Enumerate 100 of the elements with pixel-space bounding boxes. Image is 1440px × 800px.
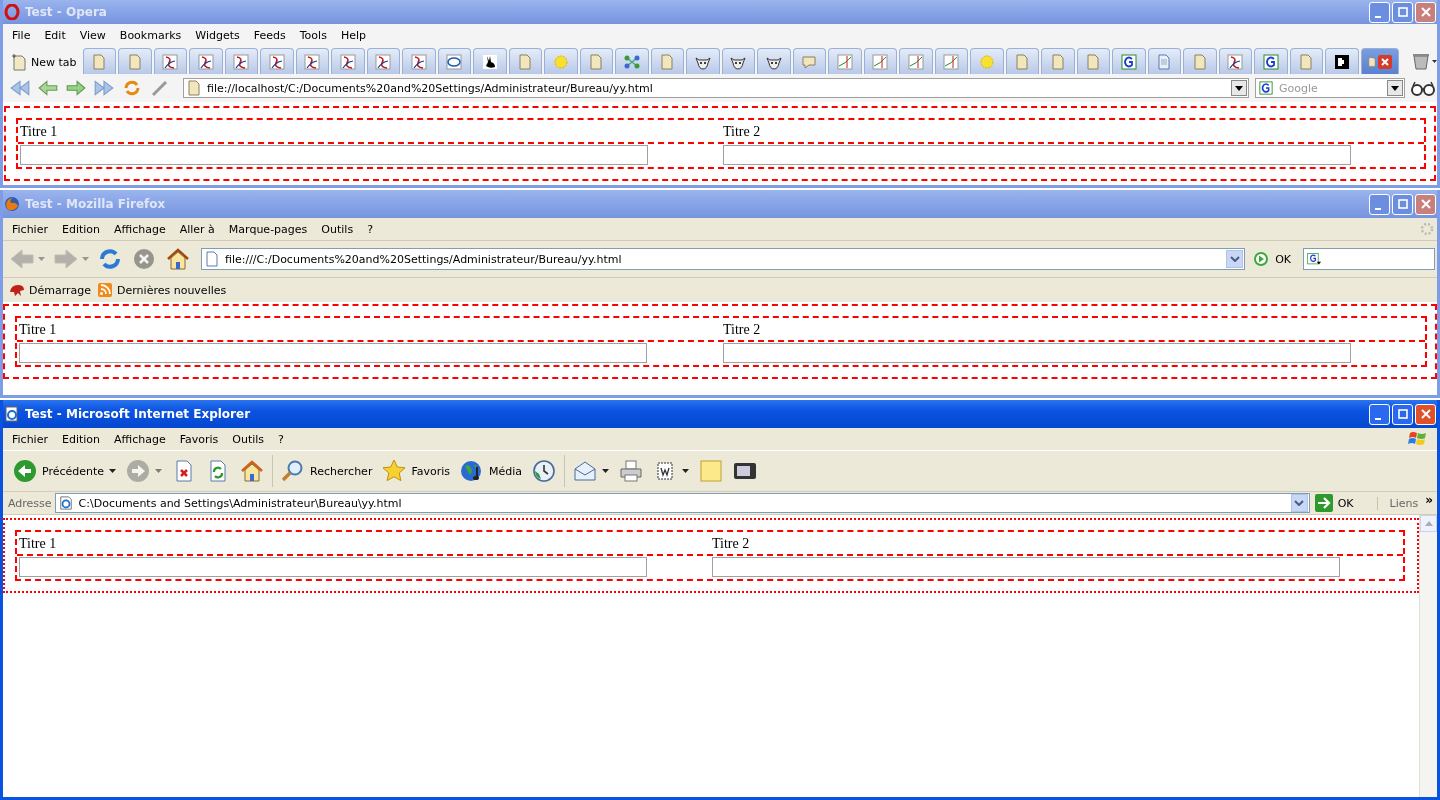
restore-button[interactable] <box>1392 1 1413 23</box>
address-field[interactable]: file:///C:/Documents%20and%20Settings/Administrateur/Bureau/yy.html <box>201 248 1246 270</box>
sun-icon <box>552 53 569 70</box>
close-button[interactable] <box>1415 193 1436 215</box>
close-icon <box>1420 7 1431 17</box>
search-button[interactable]: Rechercher <box>279 459 375 483</box>
swoosh-icon <box>1227 53 1244 70</box>
minimize-button[interactable] <box>1369 403 1390 425</box>
menu-item[interactable]: Aller à <box>172 222 222 236</box>
browser-tab[interactable] <box>1325 48 1359 74</box>
e-page-icon <box>4 406 20 422</box>
menu-item[interactable]: Fichier <box>5 432 55 446</box>
puzzle-icon <box>1333 53 1350 70</box>
text-input[interactable] <box>712 557 1340 577</box>
column-heading: Titre 1 <box>18 535 58 553</box>
menu-item[interactable]: Feeds <box>246 28 293 42</box>
favorites-button[interactable]: Favoris <box>380 459 452 483</box>
menu-item[interactable]: Edit <box>37 28 73 42</box>
restore-icon <box>1397 7 1408 17</box>
column-heading: Titre 2 <box>722 123 762 141</box>
address-field[interactable]: C:\Documents and Settings\Administrateur\Bureau\yy.html <box>54 493 1310 513</box>
rewind-icon[interactable] <box>9 78 31 98</box>
network-icon <box>623 53 640 70</box>
menu-item[interactable]: Edition <box>54 222 107 236</box>
scroll-up-button[interactable] <box>1420 515 1437 532</box>
links-button[interactable]: Liens <box>1376 496 1423 510</box>
forward-arrow-icon[interactable] <box>65 78 87 98</box>
swoosh-icon <box>233 53 250 70</box>
close-tab-icon[interactable] <box>1378 54 1393 69</box>
back-button[interactable]: Précédente <box>11 459 119 483</box>
search-box[interactable]: Google <box>1255 78 1405 98</box>
menu-item[interactable]: Widgets <box>188 28 247 42</box>
sticky-note-icon <box>699 459 724 483</box>
trash-icon[interactable] <box>1410 52 1437 70</box>
new-page-icon <box>11 53 27 71</box>
new-tab-button[interactable]: New tab <box>7 50 81 74</box>
page-icon <box>659 53 676 70</box>
menu-item[interactable]: Outils <box>225 432 272 446</box>
menu-item[interactable]: ? <box>360 222 380 236</box>
mail-button[interactable] <box>571 459 612 483</box>
dropdown-button[interactable] <box>1226 250 1244 268</box>
vertical-scrollbar[interactable] <box>1419 515 1437 797</box>
dropdown-button[interactable] <box>1387 80 1403 96</box>
text-input[interactable] <box>19 343 647 363</box>
chevron-button[interactable]: » <box>1425 493 1437 513</box>
maximize-button[interactable] <box>1392 403 1413 425</box>
minimize-button[interactable] <box>1369 193 1390 215</box>
menu-item[interactable]: Outils <box>314 222 361 236</box>
close-button[interactable] <box>1415 1 1436 23</box>
go-button[interactable]: OK <box>1249 251 1299 267</box>
back-arrow-icon <box>9 247 35 271</box>
text-input[interactable] <box>723 343 1351 363</box>
close-icon <box>1420 199 1431 209</box>
media-button[interactable]: Média <box>458 459 525 483</box>
chevron-down-icon <box>1229 256 1240 262</box>
bookmark-link[interactable]: Démarrage <box>29 283 92 297</box>
menu-item[interactable]: Marque-pages <box>221 222 315 236</box>
dropdown-button[interactable] <box>1290 494 1308 512</box>
menu-item[interactable]: Affichage <box>107 222 173 236</box>
go-button[interactable]: OK <box>1312 494 1374 512</box>
minimize-icon <box>1374 15 1381 18</box>
menu-item[interactable]: Tools <box>292 28 334 42</box>
menu-item[interactable]: Edition <box>54 432 107 446</box>
swoosh-icon <box>375 53 392 70</box>
menu-item[interactable]: Fichier <box>5 222 55 236</box>
browser-tab[interactable] <box>473 48 507 74</box>
maximize-icon <box>1397 199 1408 209</box>
window-title: Test - Microsoft Internet Explorer <box>25 407 252 421</box>
menu-item[interactable]: Bookmarks <box>112 28 189 42</box>
address-field[interactable]: file://localhost/C:/Documents%20and%20Settings/Administrateur/Bureau/yy.html <box>183 78 1249 98</box>
dropdown-button[interactable] <box>1231 80 1247 96</box>
swoosh-icon <box>197 53 214 70</box>
text-input[interactable] <box>19 557 647 577</box>
column-heading: Titre 2 <box>711 535 751 553</box>
menu-item[interactable]: ? <box>271 432 291 446</box>
menu-item[interactable]: Help <box>333 28 373 42</box>
minimize-icon <box>1374 207 1381 210</box>
window-title: Test - Opera <box>25 5 108 19</box>
fast-forward-icon[interactable] <box>93 78 115 98</box>
address-label: Adresse <box>8 496 52 510</box>
bookmark-link[interactable]: Dernières nouvelles <box>117 283 227 297</box>
search-input[interactable]: Google <box>1279 81 1387 95</box>
browser-tab[interactable] <box>1254 48 1288 74</box>
menu-item[interactable]: Favoris <box>172 432 226 446</box>
text-input[interactable] <box>723 145 1351 165</box>
close-button[interactable] <box>1415 403 1436 425</box>
search-engine-icon <box>1307 251 1321 267</box>
dropdown-arrow-icon <box>1391 85 1399 91</box>
menu-item[interactable]: File <box>5 28 38 42</box>
text-input[interactable] <box>20 145 648 165</box>
glasses-icon[interactable] <box>1411 79 1435 97</box>
minimize-button[interactable] <box>1369 1 1390 23</box>
menu-item[interactable]: View <box>72 28 113 42</box>
menu-item[interactable]: Affichage <box>107 432 173 446</box>
back-arrow-icon[interactable] <box>37 78 59 98</box>
maximize-button[interactable] <box>1392 193 1413 215</box>
browser-tab[interactable] <box>1112 48 1146 74</box>
oval-logo-icon <box>446 53 463 70</box>
page-icon <box>1191 53 1208 70</box>
search-box[interactable] <box>1303 248 1435 270</box>
